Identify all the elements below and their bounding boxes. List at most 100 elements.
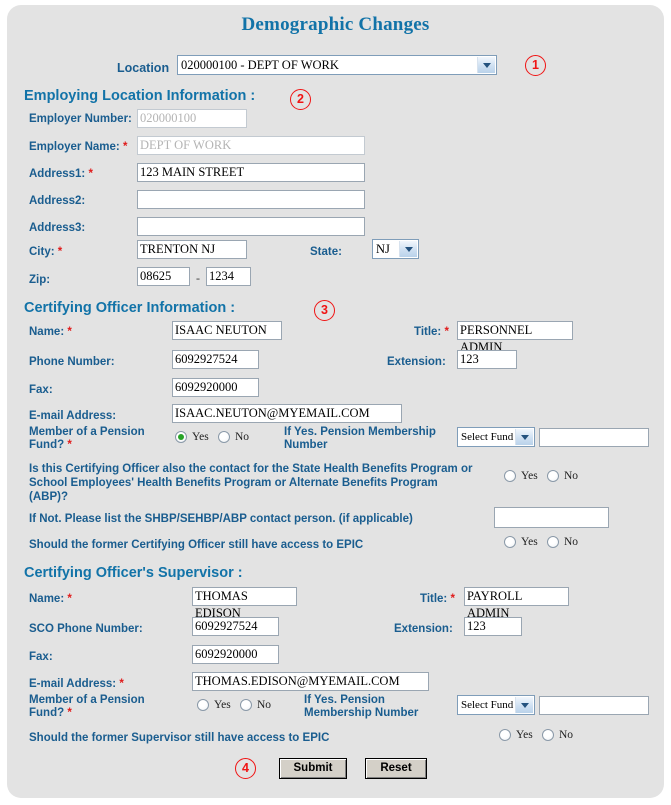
zip-plus4-input[interactable]: 1234	[206, 267, 251, 286]
co-fund-select[interactable]: Select Fund	[457, 427, 535, 447]
address1-input[interactable]: 123 MAIN STREET	[137, 163, 365, 182]
sup-title-required: *	[450, 593, 455, 605]
sup-email-required: *	[119, 678, 124, 690]
co-pension-number-label-line2: Number	[284, 439, 328, 451]
sup-extension-label: Extension:	[394, 623, 453, 635]
sup-email-input[interactable]: THOMAS.EDISON@MYEMAIL.COM	[192, 672, 429, 691]
address3-input[interactable]	[137, 217, 365, 236]
sup-epic-access-label: Should the former Supervisor still have …	[29, 732, 330, 744]
employer-name-label-text: Employer Name:	[29, 141, 120, 153]
location-select[interactable]: 020000100 - DEPT OF WORK	[177, 55, 497, 75]
sup-pension-number-input[interactable]	[539, 696, 649, 715]
zip-separator: -	[196, 271, 200, 285]
sup-fund-select[interactable]: Select Fund	[457, 695, 535, 715]
sup-name-label-text: Name:	[29, 593, 65, 605]
callout-marker-1: 1	[525, 55, 546, 76]
sup-pension-number-label-line1: If Yes. Pension	[304, 694, 385, 706]
shbp-no-label: No	[564, 470, 579, 482]
sup-pension-number-label-line2: Membership Number	[304, 707, 419, 719]
co-name-label: Name: *	[29, 326, 72, 339]
section-heading-supervisor: Certifying Officer's Supervisor :	[24, 565, 243, 581]
co-title-label-text: Title:	[414, 326, 442, 338]
co-email-input[interactable]: ISAAC.NEUTON@MYEMAIL.COM	[172, 404, 402, 423]
chevron-down-icon[interactable]	[477, 57, 495, 73]
shbp-contact-label: If Not. Please list the SHBP/SEHBP/ABP c…	[29, 513, 413, 525]
city-label-text: City:	[29, 246, 55, 258]
sup-fax-label: Fax:	[29, 651, 53, 663]
address1-label: Address1: *	[29, 168, 93, 181]
sup-epic-yes-radio[interactable]	[499, 729, 511, 741]
state-select[interactable]: NJ	[372, 239, 419, 259]
chevron-down-icon[interactable]	[515, 429, 533, 445]
co-pension-no-radio[interactable]	[218, 431, 230, 443]
sup-name-input[interactable]: THOMAS EDISON	[192, 587, 297, 620]
chevron-down-icon[interactable]	[515, 697, 533, 713]
shbp-contact-input[interactable]	[494, 507, 609, 528]
co-pension-required: *	[67, 439, 72, 451]
employer-number-label: Employer Number:	[29, 113, 132, 125]
zip-label: Zip:	[29, 274, 51, 286]
zip-input[interactable]: 08625	[137, 267, 190, 286]
co-pension-label-line2: Fund?	[29, 439, 65, 451]
co-fax-input[interactable]: 6092920000	[172, 378, 259, 397]
sup-extension-input[interactable]: 123	[464, 617, 522, 636]
co-title-required: *	[444, 326, 449, 338]
co-pension-number-label: If Yes. Pension Membership Number	[284, 426, 436, 452]
co-extension-label: Extension:	[387, 356, 446, 368]
address3-label: Address3:	[29, 222, 86, 234]
section-heading-certifying-officer: Certifying Officer Information :	[24, 300, 236, 316]
callout-marker-2: 2	[290, 89, 311, 110]
sup-pension-yes-radio[interactable]	[197, 699, 209, 711]
location-select-value: 020000100 - DEPT OF WORK	[181, 58, 339, 72]
section-heading-employing-location: Employing Location Information :	[24, 88, 256, 104]
sup-phone-input[interactable]: 6092927524	[192, 617, 279, 636]
address2-input[interactable]	[137, 190, 365, 209]
sup-title-input[interactable]: PAYROLL ADMIN	[464, 587, 569, 620]
location-label: Location	[117, 61, 170, 75]
submit-button[interactable]: Submit	[279, 758, 347, 779]
co-phone-input[interactable]: 6092927524	[172, 350, 259, 369]
employer-name-required: *	[122, 141, 128, 153]
city-required: *	[57, 246, 63, 258]
sup-fax-input[interactable]: 6092920000	[192, 645, 279, 664]
callout-marker-4: 4	[235, 758, 256, 779]
co-pension-yes-radio[interactable]	[175, 431, 187, 443]
co-pension-number-label-line1: If Yes. Pension Membership	[284, 426, 436, 438]
co-name-label-text: Name:	[29, 326, 65, 338]
page-title: Demographic Changes	[241, 14, 430, 35]
sup-epic-no-radio[interactable]	[542, 729, 554, 741]
city-input[interactable]: TRENTON NJ	[137, 240, 247, 259]
co-epic-access-label: Should the former Certifying Officer sti…	[29, 539, 364, 551]
sup-pension-no-label: No	[257, 699, 272, 711]
sup-epic-no-label: No	[559, 729, 574, 741]
shbp-yes-radio[interactable]	[504, 470, 516, 482]
sup-fund-select-value: Select Fund	[461, 699, 514, 711]
sup-title-label-text: Title:	[420, 593, 448, 605]
co-pension-number-input[interactable]	[539, 428, 649, 447]
shbp-question-line2: School Employees' Health Benefits Progra…	[29, 477, 438, 489]
co-extension-input[interactable]: 123	[457, 350, 517, 369]
sup-pension-no-radio[interactable]	[240, 699, 252, 711]
co-pension-yes-label: Yes	[192, 431, 209, 443]
co-epic-no-radio[interactable]	[547, 536, 559, 548]
co-fund-select-value: Select Fund	[461, 431, 514, 443]
chevron-down-icon[interactable]	[399, 241, 417, 257]
co-pension-label-line1: Member of a Pension	[29, 426, 145, 438]
sup-pension-label: Member of a Pension Fund? *	[29, 694, 145, 720]
sup-name-label: Name: *	[29, 593, 72, 606]
co-email-label: E-mail Address:	[29, 410, 117, 422]
co-title-input[interactable]: PERSONNEL ADMIN	[457, 321, 573, 354]
reset-button[interactable]: Reset	[365, 758, 427, 779]
shbp-no-radio[interactable]	[547, 470, 559, 482]
sup-name-required: *	[67, 593, 72, 605]
employer-name-label: Employer Name: *	[29, 141, 127, 154]
sup-phone-label: SCO Phone Number:	[29, 623, 143, 635]
sup-pension-label-line1: Member of a Pension	[29, 694, 145, 706]
shbp-yes-label: Yes	[521, 470, 538, 482]
sup-email-label-text: E-mail Address:	[29, 678, 117, 690]
co-epic-yes-label: Yes	[521, 536, 538, 548]
co-epic-yes-radio[interactable]	[504, 536, 516, 548]
co-name-input[interactable]: ISAAC NEUTON	[172, 321, 282, 340]
co-fax-label: Fax:	[29, 384, 53, 396]
co-title-label: Title: *	[414, 326, 449, 339]
